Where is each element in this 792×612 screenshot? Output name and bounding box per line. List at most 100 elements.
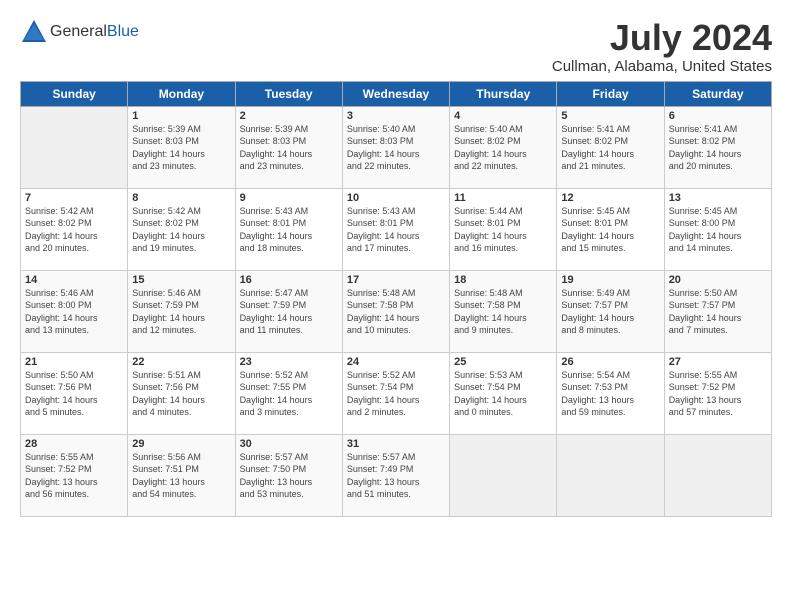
day-cell	[21, 106, 128, 188]
header: GeneralBlue July 2024 Cullman, Alabama, …	[20, 18, 772, 75]
day-info: Sunrise: 5:43 AMSunset: 8:01 PMDaylight:…	[240, 205, 338, 255]
day-number: 9	[240, 192, 338, 204]
day-cell: 23Sunrise: 5:52 AMSunset: 7:55 PMDayligh…	[235, 352, 342, 434]
day-info: Sunrise: 5:41 AMSunset: 8:02 PMDaylight:…	[561, 123, 659, 173]
day-cell: 28Sunrise: 5:55 AMSunset: 7:52 PMDayligh…	[21, 434, 128, 516]
location: Cullman, Alabama, United States	[552, 58, 772, 75]
day-info: Sunrise: 5:42 AMSunset: 8:02 PMDaylight:…	[132, 205, 230, 255]
day-cell: 2Sunrise: 5:39 AMSunset: 8:03 PMDaylight…	[235, 106, 342, 188]
logo-text: GeneralBlue	[50, 23, 139, 41]
day-cell: 25Sunrise: 5:53 AMSunset: 7:54 PMDayligh…	[450, 352, 557, 434]
day-info: Sunrise: 5:54 AMSunset: 7:53 PMDaylight:…	[561, 369, 659, 419]
day-cell: 27Sunrise: 5:55 AMSunset: 7:52 PMDayligh…	[664, 352, 771, 434]
day-number: 2	[240, 110, 338, 122]
day-cell: 17Sunrise: 5:48 AMSunset: 7:58 PMDayligh…	[342, 270, 449, 352]
day-number: 12	[561, 192, 659, 204]
day-cell: 11Sunrise: 5:44 AMSunset: 8:01 PMDayligh…	[450, 188, 557, 270]
logo: GeneralBlue	[20, 18, 139, 46]
day-number: 16	[240, 274, 338, 286]
day-number: 22	[132, 356, 230, 368]
day-cell: 20Sunrise: 5:50 AMSunset: 7:57 PMDayligh…	[664, 270, 771, 352]
day-number: 29	[132, 438, 230, 450]
header-day-friday: Friday	[557, 81, 664, 106]
header-day-thursday: Thursday	[450, 81, 557, 106]
day-cell: 24Sunrise: 5:52 AMSunset: 7:54 PMDayligh…	[342, 352, 449, 434]
day-info: Sunrise: 5:43 AMSunset: 8:01 PMDaylight:…	[347, 205, 445, 255]
day-cell: 4Sunrise: 5:40 AMSunset: 8:02 PMDaylight…	[450, 106, 557, 188]
month-year: July 2024	[552, 18, 772, 58]
day-info: Sunrise: 5:41 AMSunset: 8:02 PMDaylight:…	[669, 123, 767, 173]
day-number: 18	[454, 274, 552, 286]
day-info: Sunrise: 5:49 AMSunset: 7:57 PMDaylight:…	[561, 287, 659, 337]
day-cell: 13Sunrise: 5:45 AMSunset: 8:00 PMDayligh…	[664, 188, 771, 270]
day-number: 27	[669, 356, 767, 368]
day-cell: 9Sunrise: 5:43 AMSunset: 8:01 PMDaylight…	[235, 188, 342, 270]
day-number: 4	[454, 110, 552, 122]
day-number: 26	[561, 356, 659, 368]
day-info: Sunrise: 5:48 AMSunset: 7:58 PMDaylight:…	[454, 287, 552, 337]
day-cell: 7Sunrise: 5:42 AMSunset: 8:02 PMDaylight…	[21, 188, 128, 270]
day-number: 23	[240, 356, 338, 368]
day-info: Sunrise: 5:51 AMSunset: 7:56 PMDaylight:…	[132, 369, 230, 419]
day-info: Sunrise: 5:39 AMSunset: 8:03 PMDaylight:…	[132, 123, 230, 173]
day-number: 30	[240, 438, 338, 450]
day-info: Sunrise: 5:46 AMSunset: 8:00 PMDaylight:…	[25, 287, 123, 337]
day-cell: 1Sunrise: 5:39 AMSunset: 8:03 PMDaylight…	[128, 106, 235, 188]
day-info: Sunrise: 5:50 AMSunset: 7:57 PMDaylight:…	[669, 287, 767, 337]
day-cell: 19Sunrise: 5:49 AMSunset: 7:57 PMDayligh…	[557, 270, 664, 352]
day-cell	[450, 434, 557, 516]
header-day-sunday: Sunday	[21, 81, 128, 106]
day-info: Sunrise: 5:56 AMSunset: 7:51 PMDaylight:…	[132, 451, 230, 501]
day-number: 17	[347, 274, 445, 286]
day-cell: 26Sunrise: 5:54 AMSunset: 7:53 PMDayligh…	[557, 352, 664, 434]
day-info: Sunrise: 5:55 AMSunset: 7:52 PMDaylight:…	[669, 369, 767, 419]
day-cell: 29Sunrise: 5:56 AMSunset: 7:51 PMDayligh…	[128, 434, 235, 516]
day-number: 8	[132, 192, 230, 204]
day-info: Sunrise: 5:39 AMSunset: 8:03 PMDaylight:…	[240, 123, 338, 173]
header-day-saturday: Saturday	[664, 81, 771, 106]
day-cell: 3Sunrise: 5:40 AMSunset: 8:03 PMDaylight…	[342, 106, 449, 188]
day-info: Sunrise: 5:52 AMSunset: 7:54 PMDaylight:…	[347, 369, 445, 419]
day-cell	[664, 434, 771, 516]
week-row-2: 14Sunrise: 5:46 AMSunset: 8:00 PMDayligh…	[21, 270, 772, 352]
day-cell: 31Sunrise: 5:57 AMSunset: 7:49 PMDayligh…	[342, 434, 449, 516]
day-number: 11	[454, 192, 552, 204]
day-number: 5	[561, 110, 659, 122]
day-cell	[557, 434, 664, 516]
header-day-monday: Monday	[128, 81, 235, 106]
day-info: Sunrise: 5:48 AMSunset: 7:58 PMDaylight:…	[347, 287, 445, 337]
day-info: Sunrise: 5:57 AMSunset: 7:50 PMDaylight:…	[240, 451, 338, 501]
day-number: 7	[25, 192, 123, 204]
day-cell: 21Sunrise: 5:50 AMSunset: 7:56 PMDayligh…	[21, 352, 128, 434]
day-info: Sunrise: 5:50 AMSunset: 7:56 PMDaylight:…	[25, 369, 123, 419]
day-number: 19	[561, 274, 659, 286]
day-number: 1	[132, 110, 230, 122]
day-cell: 16Sunrise: 5:47 AMSunset: 7:59 PMDayligh…	[235, 270, 342, 352]
header-row: SundayMondayTuesdayWednesdayThursdayFrid…	[21, 81, 772, 106]
week-row-3: 21Sunrise: 5:50 AMSunset: 7:56 PMDayligh…	[21, 352, 772, 434]
day-number: 15	[132, 274, 230, 286]
day-cell: 5Sunrise: 5:41 AMSunset: 8:02 PMDaylight…	[557, 106, 664, 188]
day-info: Sunrise: 5:42 AMSunset: 8:02 PMDaylight:…	[25, 205, 123, 255]
day-info: Sunrise: 5:55 AMSunset: 7:52 PMDaylight:…	[25, 451, 123, 501]
day-cell: 14Sunrise: 5:46 AMSunset: 8:00 PMDayligh…	[21, 270, 128, 352]
day-number: 31	[347, 438, 445, 450]
day-number: 10	[347, 192, 445, 204]
day-cell: 8Sunrise: 5:42 AMSunset: 8:02 PMDaylight…	[128, 188, 235, 270]
week-row-0: 1Sunrise: 5:39 AMSunset: 8:03 PMDaylight…	[21, 106, 772, 188]
day-number: 25	[454, 356, 552, 368]
header-day-wednesday: Wednesday	[342, 81, 449, 106]
day-number: 14	[25, 274, 123, 286]
day-cell: 22Sunrise: 5:51 AMSunset: 7:56 PMDayligh…	[128, 352, 235, 434]
title-block: July 2024 Cullman, Alabama, United State…	[552, 18, 772, 75]
day-info: Sunrise: 5:44 AMSunset: 8:01 PMDaylight:…	[454, 205, 552, 255]
day-number: 20	[669, 274, 767, 286]
day-number: 13	[669, 192, 767, 204]
day-cell: 30Sunrise: 5:57 AMSunset: 7:50 PMDayligh…	[235, 434, 342, 516]
day-number: 21	[25, 356, 123, 368]
day-info: Sunrise: 5:40 AMSunset: 8:03 PMDaylight:…	[347, 123, 445, 173]
day-info: Sunrise: 5:46 AMSunset: 7:59 PMDaylight:…	[132, 287, 230, 337]
day-info: Sunrise: 5:52 AMSunset: 7:55 PMDaylight:…	[240, 369, 338, 419]
day-info: Sunrise: 5:57 AMSunset: 7:49 PMDaylight:…	[347, 451, 445, 501]
header-day-tuesday: Tuesday	[235, 81, 342, 106]
